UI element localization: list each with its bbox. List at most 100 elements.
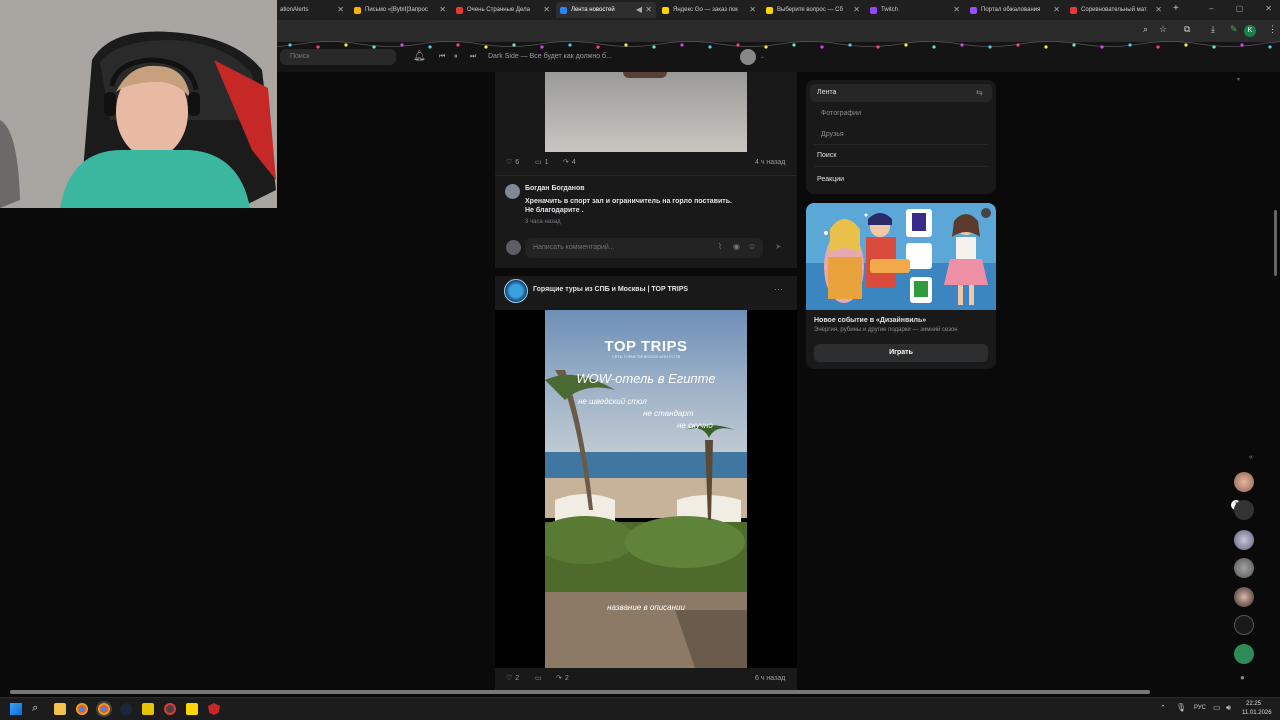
menu-item-reactions[interactable]: Реакции <box>817 176 844 183</box>
windows-start-icon[interactable] <box>10 703 22 715</box>
group-avatar[interactable] <box>504 279 528 303</box>
download-icon[interactable]: ⤓ <box>1211 24 1215 35</box>
browser-tab[interactable]: ationAlerts ✕ <box>276 2 348 18</box>
browser-tab-active[interactable]: Лента новостей ◀ ✕ <box>556 2 656 18</box>
chrome-active-icon[interactable] <box>96 701 112 717</box>
chrome-icon[interactable] <box>76 703 88 715</box>
chat-icon[interactable]: ● <box>1240 673 1245 682</box>
menu-item-photos[interactable]: Фотографии <box>821 110 861 117</box>
shield-icon[interactable] <box>208 703 220 715</box>
attach-icon[interactable]: ⌇ <box>718 242 722 251</box>
comment-button[interactable]: ▭ 1 <box>535 158 549 167</box>
dock-avatar[interactable] <box>1234 587 1254 607</box>
dock-avatar[interactable] <box>1234 530 1254 550</box>
close-window-icon[interactable]: ✕ <box>1265 4 1272 13</box>
search-icon[interactable]: ⌕ <box>32 702 38 715</box>
tab-label: Письмо «[Bybit]Запрос <box>365 7 428 13</box>
camera-icon[interactable]: ◉ <box>733 242 740 251</box>
close-icon[interactable]: ✕ <box>1053 5 1060 14</box>
minimize-icon[interactable]: – <box>1209 4 1213 13</box>
dock-avatar[interactable] <box>1234 558 1254 578</box>
promo-image[interactable] <box>806 203 996 310</box>
microphone-icon[interactable]: 🎙︎ <box>1176 703 1186 712</box>
file-explorer-icon[interactable] <box>54 703 66 715</box>
dock-avatar[interactable] <box>1234 644 1254 664</box>
video-player[interactable]: TOP TRIPS СЕТЬ ТУРИСТИЧЕСКИХ АГЕНТСТВ WO… <box>495 310 797 668</box>
pause-icon[interactable]: ⏸ <box>454 53 458 61</box>
extension-icon[interactable]: ✎ <box>1230 24 1238 35</box>
browser-tab[interactable]: Портал обжалования ✕ <box>966 2 1064 18</box>
share-button[interactable]: ↷ 2 <box>556 674 569 683</box>
comment-input[interactable]: Написать комментарий... <box>525 238 763 258</box>
maximize-icon[interactable]: ▢ <box>1236 4 1244 13</box>
close-icon[interactable]: ✕ <box>1155 5 1162 14</box>
bookmark-star-icon[interactable]: ☆ <box>1159 24 1167 35</box>
obs-icon[interactable] <box>164 703 176 715</box>
more-menu-icon[interactable]: ⋮ <box>1268 24 1277 35</box>
close-icon[interactable]: ✕ <box>749 5 756 14</box>
steam-icon[interactable] <box>120 703 132 715</box>
close-icon[interactable]: ✕ <box>439 5 446 14</box>
menu-item-search[interactable]: Поиск <box>817 152 836 159</box>
more-options-icon[interactable]: ··· <box>774 284 783 294</box>
scroll-up-icon[interactable]: ▾ <box>1237 76 1240 83</box>
comment-button[interactable]: ▭ <box>535 674 542 682</box>
network-icon[interactable]: ▭ <box>1213 703 1221 712</box>
close-icon[interactable]: ✕ <box>337 5 344 14</box>
tab-label: Лента новостей <box>571 7 615 13</box>
post-author[interactable]: Горящие туры из СПБ и Москвы | TOP TRIPS <box>533 286 688 293</box>
browser-tab[interactable]: Соревновательный мат ✕ <box>1066 2 1166 18</box>
yandex-go-icon <box>662 6 669 14</box>
promo-title[interactable]: Новое событие в «Дизайнвиль» <box>814 317 926 324</box>
post-image[interactable] <box>545 72 747 152</box>
tray-chevron-icon[interactable]: ⌃ <box>1160 704 1166 712</box>
horizontal-scrollbar[interactable] <box>10 690 1150 694</box>
filter-icon[interactable]: ⇆ <box>976 88 983 97</box>
dock-avatar[interactable] <box>1234 615 1254 635</box>
browser-tab[interactable]: Twitch ✕ <box>866 2 964 18</box>
search-input[interactable]: Поиск <box>280 49 396 65</box>
language-indicator[interactable]: РУС <box>1194 705 1206 711</box>
dock-avatar[interactable] <box>1234 500 1254 520</box>
extensions-icon[interactable]: ⧉ <box>1184 24 1190 35</box>
bell-icon[interactable]: 🔔︎ <box>413 51 426 62</box>
new-tab-button[interactable]: + <box>1173 3 1179 14</box>
volume-icon[interactable]: 🔊︎ <box>1226 703 1231 713</box>
browser-tab[interactable]: Выберите вопрос — Сб ✕ <box>762 2 864 18</box>
speaker-icon[interactable]: ◀ <box>636 5 642 14</box>
like-button[interactable]: ♡ 2 <box>506 674 519 683</box>
profile-avatar[interactable]: K <box>1244 25 1256 37</box>
player-track-title[interactable]: Dark Side — Все будет как должно б... <box>488 53 612 60</box>
menu-item-friends[interactable]: Друзья <box>821 131 844 138</box>
dock-avatar[interactable] <box>1234 472 1254 492</box>
menu-item-feed[interactable]: Лента <box>817 89 836 96</box>
send-icon[interactable]: ➤ <box>775 242 782 251</box>
clock-date[interactable]: 11.01.2026 <box>1242 710 1272 716</box>
vertical-scrollbar[interactable] <box>1274 210 1277 276</box>
share-button[interactable]: ↷ 4 <box>563 158 576 167</box>
clock-time[interactable]: 22:25 <box>1246 701 1261 707</box>
close-icon[interactable]: ✕ <box>645 5 652 14</box>
browser-tab[interactable]: Очень Странные Дела ✕ <box>452 2 554 18</box>
chevron-down-icon[interactable]: ⌄ <box>760 53 765 60</box>
video-text-line2: не стандарт <box>643 409 694 418</box>
video-footer-text: название в описании <box>607 603 685 612</box>
previous-track-icon[interactable]: ⏮ <box>439 53 445 61</box>
comment-author-avatar[interactable] <box>505 184 520 199</box>
play-button[interactable]: Играть <box>814 344 988 362</box>
comment-author[interactable]: Богдан Богданов <box>525 185 585 192</box>
like-button[interactable]: ♡ 6 <box>506 158 519 167</box>
notes-icon[interactable] <box>186 703 198 715</box>
close-icon[interactable]: ✕ <box>853 5 860 14</box>
next-track-icon[interactable]: ⏭ <box>470 53 476 61</box>
emoji-icon[interactable]: ☺ <box>748 242 756 251</box>
faceit-icon <box>1070 6 1077 14</box>
app-icon[interactable] <box>142 703 154 715</box>
browser-tab[interactable]: Яндекс Go — заказ пок ✕ <box>658 2 760 18</box>
browser-tab[interactable]: Письмо «[Bybit]Запрос ✕ <box>350 2 450 18</box>
close-icon[interactable]: ✕ <box>543 5 550 14</box>
collapse-icon[interactable]: « <box>1249 454 1253 461</box>
close-icon[interactable]: ✕ <box>953 5 960 14</box>
user-avatar[interactable] <box>740 49 756 65</box>
zoom-icon[interactable]: ⌕ <box>1143 24 1148 35</box>
